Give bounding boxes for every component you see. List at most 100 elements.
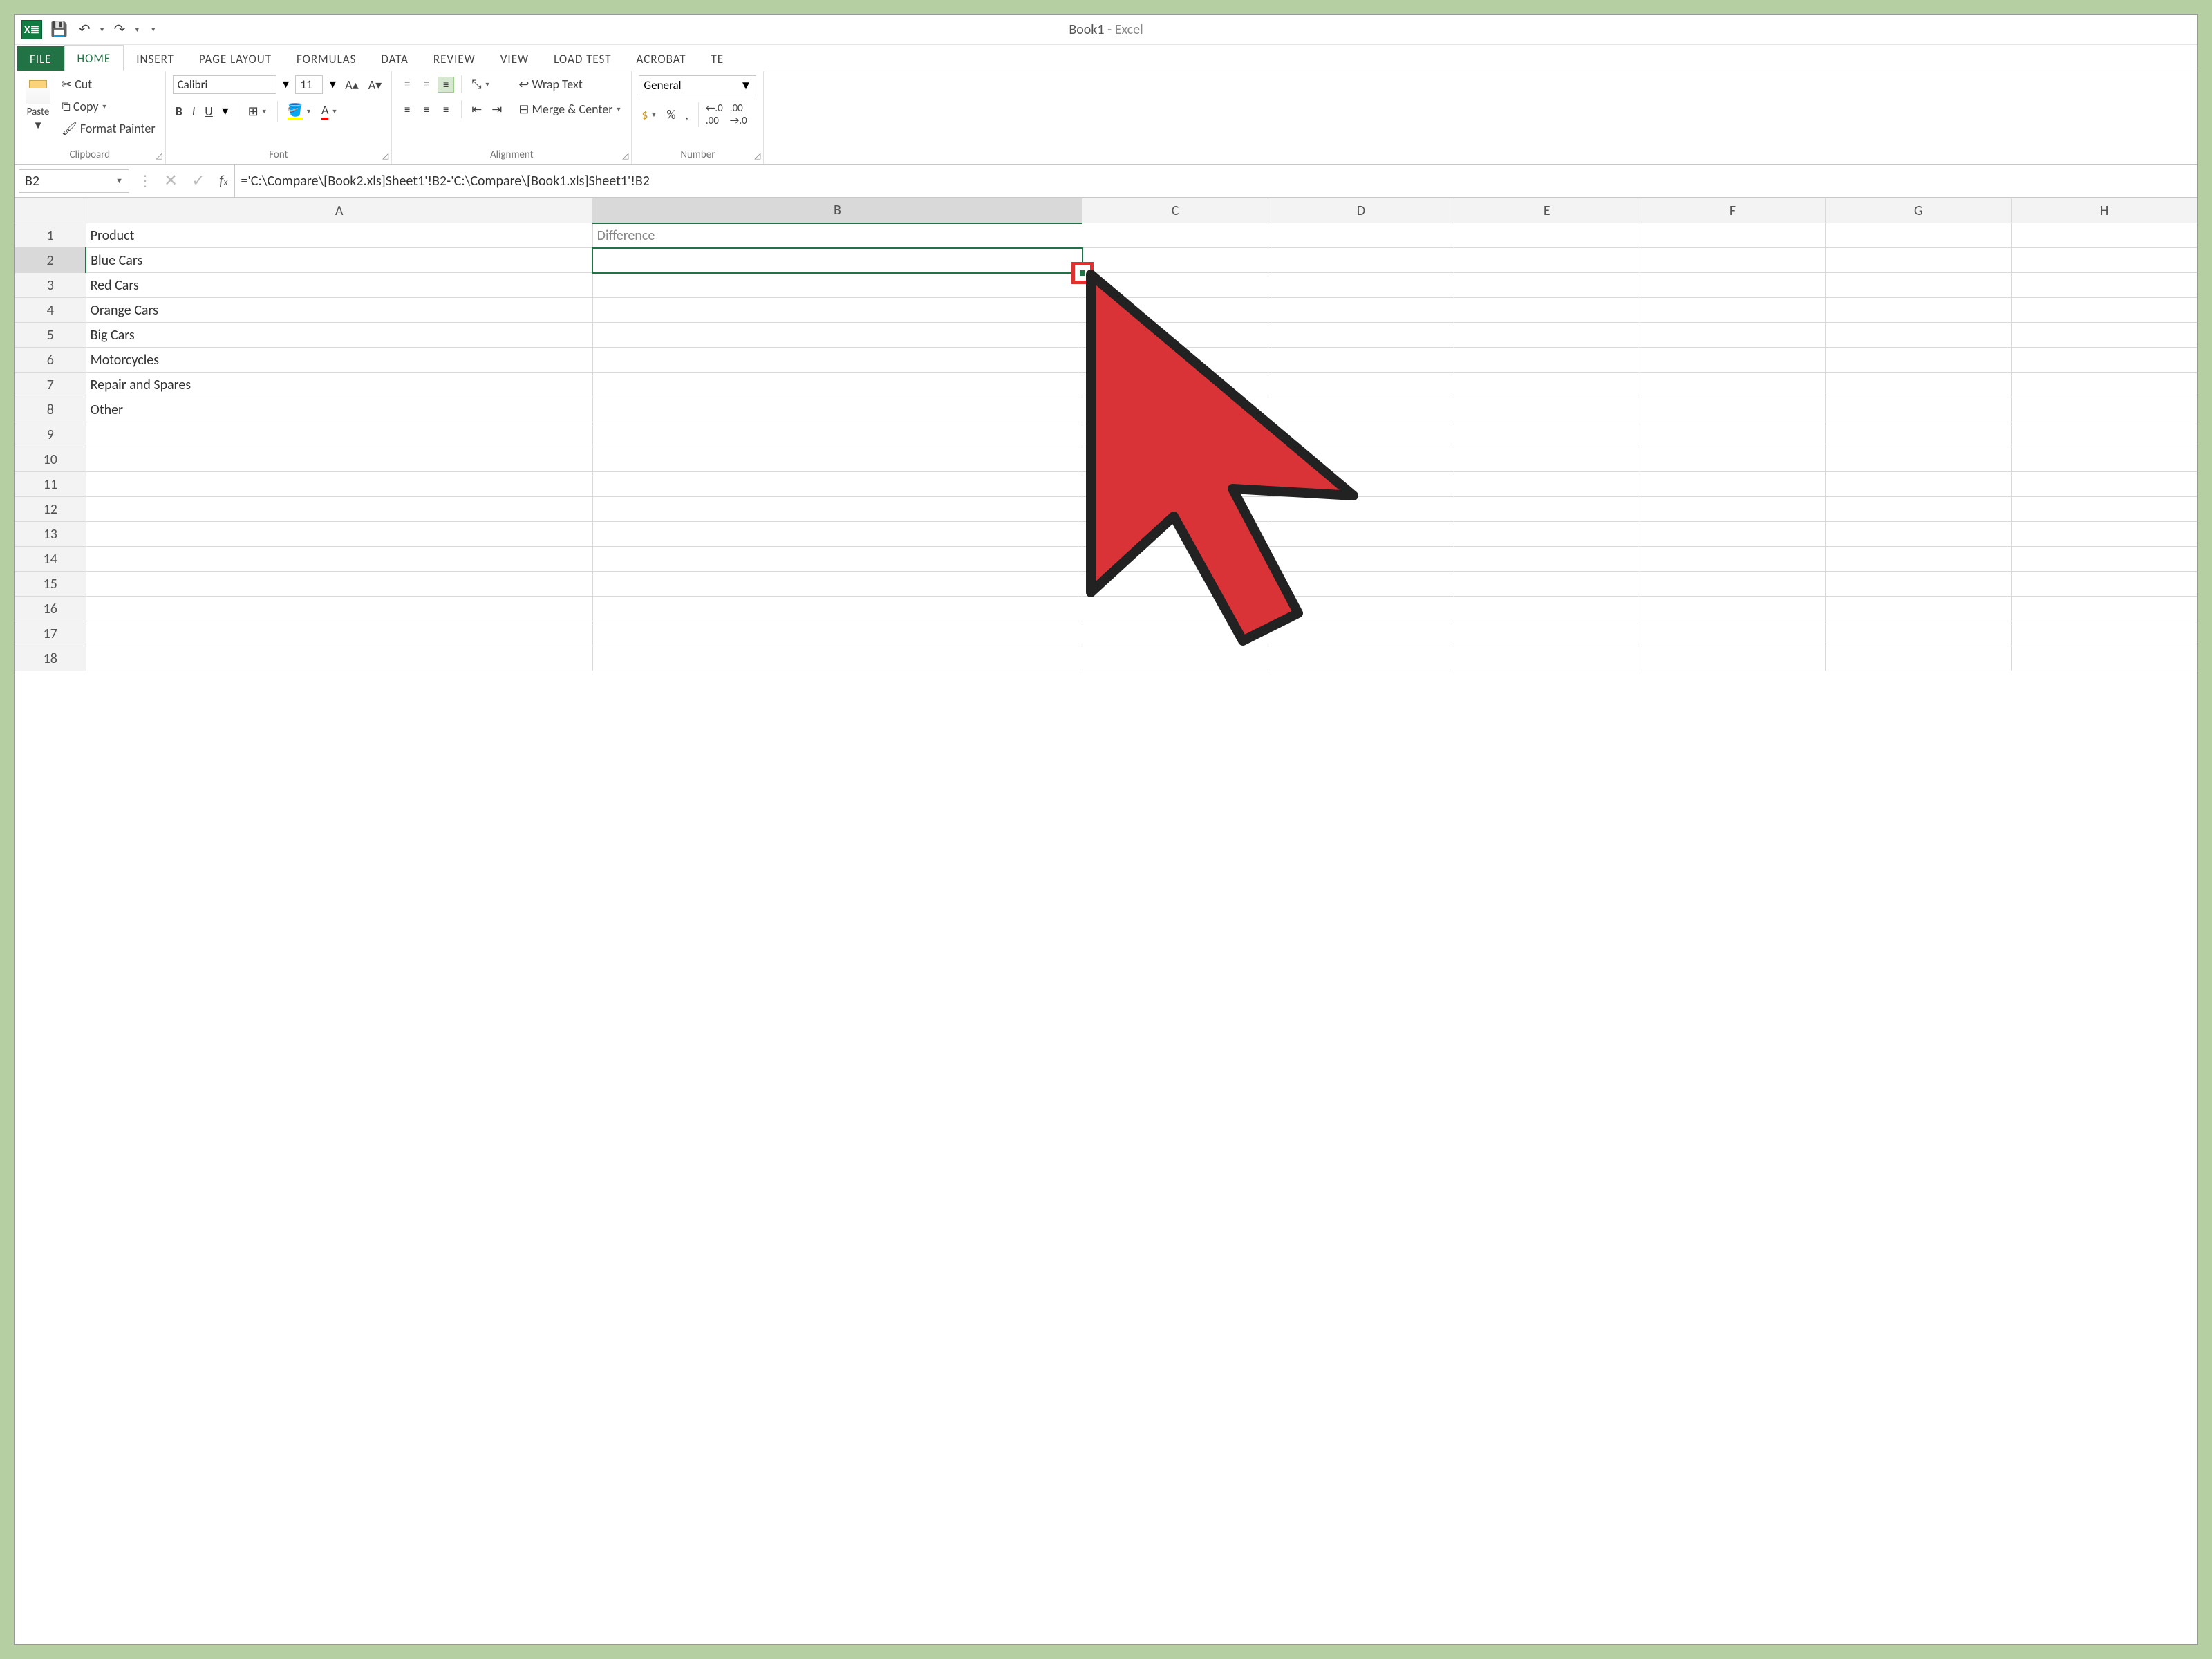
row-header-9[interactable]: 9 (15, 422, 86, 447)
cancel-formula-icon[interactable]: ✕ (157, 171, 185, 191)
cell-E14[interactable] (1454, 547, 1640, 572)
cell-H15[interactable] (2012, 572, 2197, 597)
tab-insert[interactable]: INSERT (124, 46, 187, 71)
name-box[interactable]: B2▼ (19, 169, 129, 193)
fill-color-button[interactable]: 🪣▼ (285, 101, 315, 122)
cell-E3[interactable] (1454, 273, 1640, 298)
cell-D9[interactable] (1268, 422, 1454, 447)
cell-C4[interactable] (1082, 298, 1268, 323)
col-header-E[interactable]: E (1454, 198, 1640, 223)
cell-B6[interactable] (592, 348, 1082, 373)
decrease-decimal-icon[interactable]: .00→.0 (730, 102, 747, 127)
col-header-B[interactable]: B (592, 198, 1082, 223)
row-header-3[interactable]: 3 (15, 273, 86, 298)
cell-A17[interactable] (86, 621, 592, 646)
cell-F13[interactable] (1640, 522, 1826, 547)
cell-G1[interactable] (1826, 223, 2012, 248)
cell-B9[interactable] (592, 422, 1082, 447)
row-header-7[interactable]: 7 (15, 373, 86, 397)
clipboard-dialog-launcher-icon[interactable]: ◿ (156, 151, 162, 161)
cell-D6[interactable] (1268, 348, 1454, 373)
cell-C14[interactable] (1082, 547, 1268, 572)
cell-B11[interactable] (592, 472, 1082, 497)
cell-E9[interactable] (1454, 422, 1640, 447)
align-right-icon[interactable]: ≡ (438, 102, 454, 117)
cell-C15[interactable] (1082, 572, 1268, 597)
row-header-17[interactable]: 17 (15, 621, 86, 646)
cell-F8[interactable] (1640, 397, 1826, 422)
paste-button[interactable]: Paste ▼ (21, 75, 55, 133)
row-header-4[interactable]: 4 (15, 298, 86, 323)
cell-C9[interactable] (1082, 422, 1268, 447)
cell-D10[interactable] (1268, 447, 1454, 472)
cell-H18[interactable] (2012, 646, 2197, 671)
cell-A5[interactable]: Big Cars (86, 323, 592, 348)
cell-G2[interactable] (1826, 248, 2012, 273)
cell-F14[interactable] (1640, 547, 1826, 572)
cell-F5[interactable] (1640, 323, 1826, 348)
undo-dropdown-icon[interactable]: ▼ (99, 25, 106, 34)
cell-H13[interactable] (2012, 522, 2197, 547)
cell-E17[interactable] (1454, 621, 1640, 646)
wrap-text-button[interactable]: ↩Wrap Text (516, 75, 624, 93)
cell-A6[interactable]: Motorcycles (86, 348, 592, 373)
tab-formulas[interactable]: FORMULAS (284, 46, 368, 71)
copy-button[interactable]: ⧉Copy▼ (59, 97, 158, 115)
col-header-H[interactable]: H (2012, 198, 2197, 223)
cell-B2[interactable] (592, 248, 1082, 273)
insert-function-icon[interactable]: fx (212, 173, 234, 189)
cell-H2[interactable] (2012, 248, 2197, 273)
cell-D1[interactable] (1268, 223, 1454, 248)
cell-C7[interactable] (1082, 373, 1268, 397)
col-header-A[interactable]: A (86, 198, 592, 223)
cell-C16[interactable] (1082, 597, 1268, 621)
cell-D16[interactable] (1268, 597, 1454, 621)
cell-A8[interactable]: Other (86, 397, 592, 422)
cell-H17[interactable] (2012, 621, 2197, 646)
cut-button[interactable]: ✂Cut (59, 75, 158, 93)
tab-page-layout[interactable]: PAGE LAYOUT (187, 46, 284, 71)
col-header-F[interactable]: F (1640, 198, 1826, 223)
cell-B8[interactable] (592, 397, 1082, 422)
formula-input[interactable] (234, 165, 2197, 197)
cell-H7[interactable] (2012, 373, 2197, 397)
cell-A7[interactable]: Repair and Spares (86, 373, 592, 397)
tab-load-test[interactable]: LOAD TEST (541, 46, 624, 71)
cell-G7[interactable] (1826, 373, 2012, 397)
cell-D12[interactable] (1268, 497, 1454, 522)
cell-E6[interactable] (1454, 348, 1640, 373)
cell-A11[interactable] (86, 472, 592, 497)
redo-icon[interactable]: ↷ (111, 19, 129, 39)
cell-D15[interactable] (1268, 572, 1454, 597)
cell-C18[interactable] (1082, 646, 1268, 671)
cell-H12[interactable] (2012, 497, 2197, 522)
font-color-button[interactable]: A▼ (319, 101, 340, 122)
comma-format-button[interactable]: , (682, 106, 691, 124)
cell-E8[interactable] (1454, 397, 1640, 422)
cell-E11[interactable] (1454, 472, 1640, 497)
redo-dropdown-icon[interactable]: ▼ (133, 25, 140, 34)
number-format-dropdown[interactable]: General▼ (639, 75, 756, 95)
cell-D13[interactable] (1268, 522, 1454, 547)
cell-C8[interactable] (1082, 397, 1268, 422)
cell-G9[interactable] (1826, 422, 2012, 447)
cell-A14[interactable] (86, 547, 592, 572)
row-header-16[interactable]: 16 (15, 597, 86, 621)
row-header-11[interactable]: 11 (15, 472, 86, 497)
cell-C10[interactable] (1082, 447, 1268, 472)
cell-F9[interactable] (1640, 422, 1826, 447)
cell-E5[interactable] (1454, 323, 1640, 348)
cell-B13[interactable] (592, 522, 1082, 547)
cell-A18[interactable] (86, 646, 592, 671)
cell-G17[interactable] (1826, 621, 2012, 646)
cell-C3[interactable] (1082, 273, 1268, 298)
increase-decimal-icon[interactable]: ←.0.00 (706, 102, 723, 127)
tab-te[interactable]: TE (699, 46, 737, 71)
cell-A10[interactable] (86, 447, 592, 472)
cell-C1[interactable] (1082, 223, 1268, 248)
cell-H14[interactable] (2012, 547, 2197, 572)
row-header-18[interactable]: 18 (15, 646, 86, 671)
cell-C13[interactable] (1082, 522, 1268, 547)
cell-C11[interactable] (1082, 472, 1268, 497)
cell-D14[interactable] (1268, 547, 1454, 572)
